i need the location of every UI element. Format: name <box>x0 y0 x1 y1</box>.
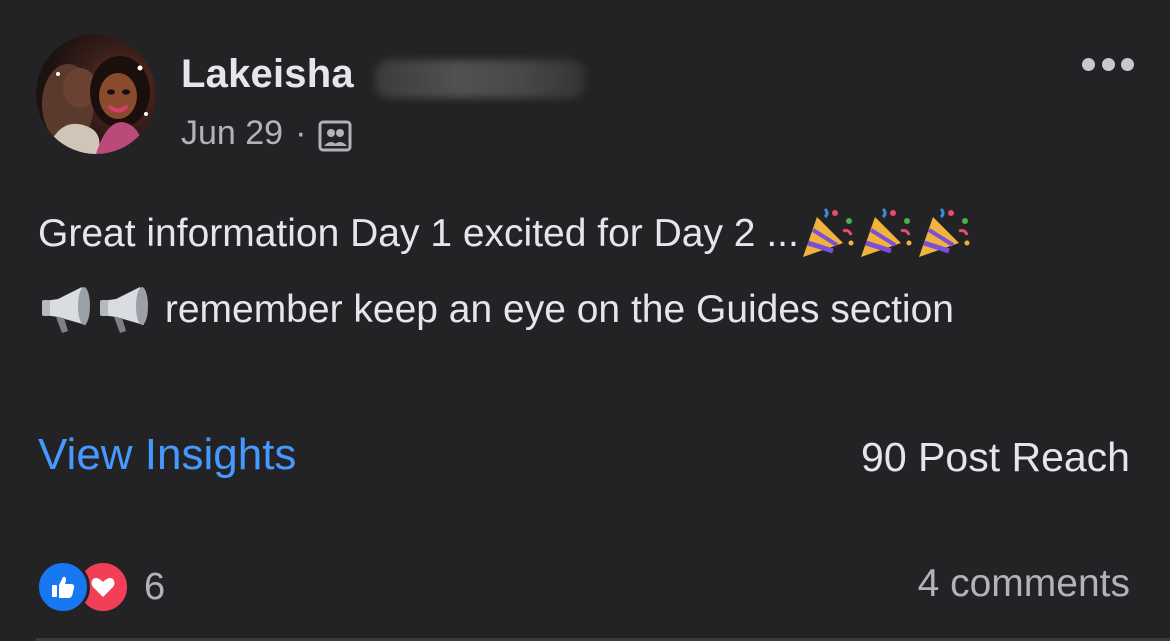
post-text-line-2: remember keep an eye on the Guides secti… <box>38 272 1138 348</box>
post-reach-count: 90 Post Reach <box>861 434 1130 480</box>
author-avatar[interactable] <box>36 34 156 154</box>
group-audience-icon[interactable] <box>318 119 352 153</box>
party-popper-icon <box>915 203 973 261</box>
megaphone-icon <box>38 279 96 337</box>
reaction-count: 6 <box>144 565 166 608</box>
megaphone-icon <box>96 279 154 337</box>
post-text-segment-1: Great information Day 1 excited for Day … <box>38 212 799 255</box>
meta-separator: · <box>295 114 307 152</box>
post-text-line-1: Great information Day 1 excited for Day … <box>38 196 1138 272</box>
post-card: Lakeisha Jun 29 · Great information Day … <box>0 0 1170 641</box>
post-date[interactable]: Jun 29 <box>181 114 283 153</box>
author-name[interactable]: Lakeisha <box>181 52 354 97</box>
party-popper-icon <box>799 203 857 261</box>
more-dot-icon <box>1082 57 1095 71</box>
post-meta: Jun 29 · <box>181 114 352 153</box>
more-options-button[interactable] <box>1082 52 1134 76</box>
post-body: Great information Day 1 excited for Day … <box>38 196 1138 348</box>
reactions-summary[interactable]: 6 <box>36 560 165 614</box>
more-dot-icon <box>1121 57 1134 71</box>
view-insights-link[interactable]: View Insights <box>38 430 296 480</box>
more-dot-icon <box>1101 57 1115 71</box>
avatar-image <box>42 56 150 154</box>
comments-count-link[interactable]: 4 comments <box>918 562 1130 606</box>
like-icon <box>36 560 90 614</box>
redacted-surname <box>375 60 585 98</box>
post-text-segment-2: remember keep an eye on the Guides secti… <box>164 288 954 331</box>
party-popper-icon <box>857 203 915 261</box>
